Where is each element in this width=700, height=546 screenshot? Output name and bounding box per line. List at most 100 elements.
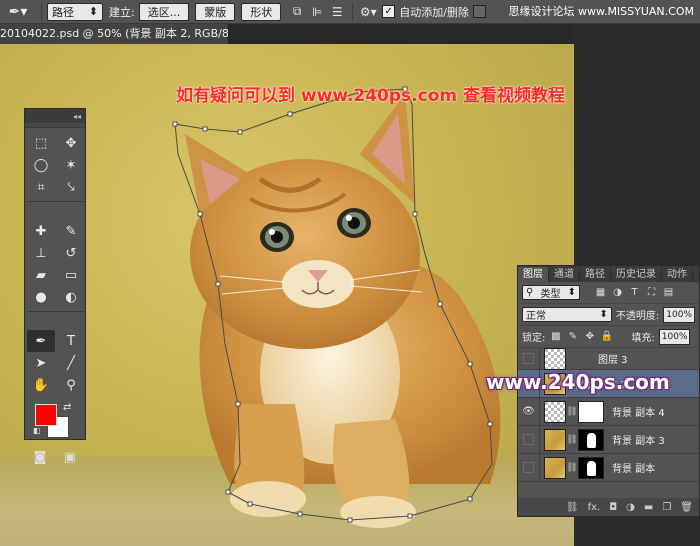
folder-icon[interactable]: ▬ [644,502,653,513]
swap-colors-icon[interactable]: ⇄ [63,402,71,413]
mode-select-value: 路径 [52,5,74,19]
layer-mask-thumbnail[interactable] [578,400,604,423]
dodge-tool-icon[interactable]: ◐ [57,286,85,308]
shape-filter-icon[interactable]: ⛶ [645,287,658,298]
pen-tool-icon[interactable]: ✒ [27,330,55,352]
quick-mask-icon[interactable]: ◙ [34,450,47,465]
visibility-toggle[interactable] [518,425,540,454]
layer-row[interactable]: 图层 3 [518,347,699,370]
mask-icon[interactable]: ◘ [609,502,617,513]
layer-row[interactable]: 👁 ⛓ 背景 副本 4 [518,397,699,426]
eye-icon[interactable]: 👁 [518,397,540,426]
link-icon: ⛓ [566,434,578,445]
document-canvas[interactable]: 如有疑问可以到 www.240ps.com 查看视频教程 [0,44,574,546]
blend-mode-value: 正常 [526,311,546,322]
new-layer-icon[interactable]: ❐ [662,502,671,513]
blend-mode-select[interactable]: 正常 ⬍ [522,307,612,322]
layer-row[interactable]: ⛓ 背景 副本 3 [518,425,699,454]
visibility-toggle[interactable] [518,453,540,482]
fill-field[interactable]: 100% [658,328,691,345]
layer-name: 背景 副本 4 [612,408,665,419]
default-colors-icon[interactable]: ◧ [33,426,41,435]
search-icon: ⚲ [526,287,534,298]
visibility-toggle[interactable] [518,347,540,370]
gradient-tool-icon[interactable]: ▭ [57,264,85,286]
chevron-updown-icon: ⬍ [599,309,608,320]
make-shape-button[interactable]: 形状 [241,2,282,21]
lock-pixels-icon[interactable]: ✎ [566,331,579,342]
layer-row[interactable]: ⛓ 背景 副本 [518,453,699,482]
history-brush-tool-icon[interactable]: ↺ [57,242,85,264]
mode-select[interactable]: 路径 ⬍ [47,2,103,21]
auto-add-delete-checkbox[interactable]: ✓ [382,5,396,18]
link-icon[interactable]: ⛓ [566,502,579,513]
opacity-field[interactable]: 100% [663,306,695,323]
clone-stamp-tool-icon[interactable]: ⊥ [27,242,55,264]
move-tool-icon[interactable]: ✥ [57,132,85,154]
healing-brush-tool-icon[interactable]: ✚ [27,220,55,242]
align-edges-checkbox[interactable] [472,5,486,18]
tab-channels[interactable]: 通道 [549,267,580,282]
screen-mode-icon[interactable]: ▣ [64,450,76,465]
separator [27,308,85,312]
path-alignment-icon[interactable]: ⊫ [307,3,327,21]
type-tool-icon[interactable]: T [57,330,85,352]
separator [27,198,85,202]
lasso-tool-icon[interactable]: ◯ [27,154,55,176]
tools-panel-header[interactable]: ◂◂ [25,109,85,123]
crop-tool-icon[interactable]: ⌗ [27,176,55,198]
eraser-tool-icon[interactable]: ▰ [27,264,55,286]
kitten-photo [172,86,501,528]
marquee-tool-icon[interactable]: ⬚ [27,132,55,154]
adjustment-icon[interactable]: ◑ [626,502,635,513]
make-label: 建立: [109,5,135,19]
foreground-color-swatch[interactable] [35,404,57,426]
pen-icon[interactable]: ✒▾ [0,1,36,23]
tutorial-headline: 如有疑问可以到 www.240ps.com 查看视频教程 [176,86,566,106]
layer-mask-thumbnail[interactable] [578,428,604,451]
path-arrangement-icon[interactable]: ☰ [327,3,347,21]
tab-paths[interactable]: 路径 [580,267,611,282]
eyedropper-tool-icon[interactable]: ⤥ [57,176,85,198]
line-tool-icon[interactable]: ╱ [57,352,85,374]
make-mask-button[interactable]: 蒙版 [195,2,236,21]
hand-tool-icon[interactable]: ✋ [27,374,55,396]
make-selection-button[interactable]: 选区... [138,2,190,21]
tools-panel: ◂◂ ⬚ ✥ ◯ ✶ ⌗ ⤥ ✚ ✎ ⊥ ↺ ▰ ▭ ● ◐ ✒ T ➤ ╱ ✋… [24,108,86,465]
lock-all-icon[interactable]: 🔒 [600,331,613,342]
chevron-updown-icon: ⬍ [88,5,98,18]
adjustment-filter-icon[interactable]: ◑ [611,287,624,298]
layer-filter-select[interactable]: ⚲ 类型 ⬍ [522,285,580,300]
blend-opacity-row: 正常 ⬍ 不透明度: 100% [518,304,699,326]
layer-thumbnail [544,400,566,423]
layer-filter-row: ⚲ 类型 ⬍ ▦ ◑ T ⛶ ▤ [518,282,699,304]
auto-add-delete-label: 自动添加/删除 [399,5,469,19]
separator [352,2,354,21]
path-operations-icon[interactable]: ⧉ [287,3,307,21]
link-icon: ⛓ [566,462,578,473]
smart-object-filter-icon[interactable]: ▤ [662,287,675,298]
lock-position-icon[interactable]: ✥ [583,331,596,342]
layers-panel-tabs: 图层 通道 路径 历史记录 动作 [518,266,699,282]
layer-mask-thumbnail[interactable] [578,456,604,479]
lock-transparent-icon[interactable]: ▩ [549,331,562,342]
lock-label: 锁定: [522,333,546,344]
trash-icon[interactable]: 🗑 [680,502,693,513]
layer-name: 图层 3 [598,355,628,366]
brush-tool-icon[interactable]: ✎ [57,220,85,242]
zoom-tool-icon[interactable]: ⚲ [57,374,85,396]
tab-history[interactable]: 历史记录 [611,267,662,282]
pixel-filter-icon[interactable]: ▦ [594,287,607,298]
color-swatches: ⇄ ◧ [25,400,85,444]
magic-wand-tool-icon[interactable]: ✶ [57,154,85,176]
document-tab[interactable]: 20104022.psd @ 50% (背景 副本 2, RGB/8#) * [0,24,228,44]
path-selection-tool-icon[interactable]: ➤ [27,352,55,374]
tab-actions[interactable]: 动作 [662,267,693,282]
type-filter-icon[interactable]: T [628,287,641,298]
fx-icon[interactable]: fx. [588,502,601,513]
collapse-icon[interactable]: ◂◂ [73,112,81,121]
blur-tool-icon[interactable]: ● [27,286,55,308]
tab-layers[interactable]: 图层 [518,267,549,282]
gear-icon[interactable]: ⚙▾ [358,3,378,21]
chevron-updown-icon: ⬍ [567,287,576,298]
